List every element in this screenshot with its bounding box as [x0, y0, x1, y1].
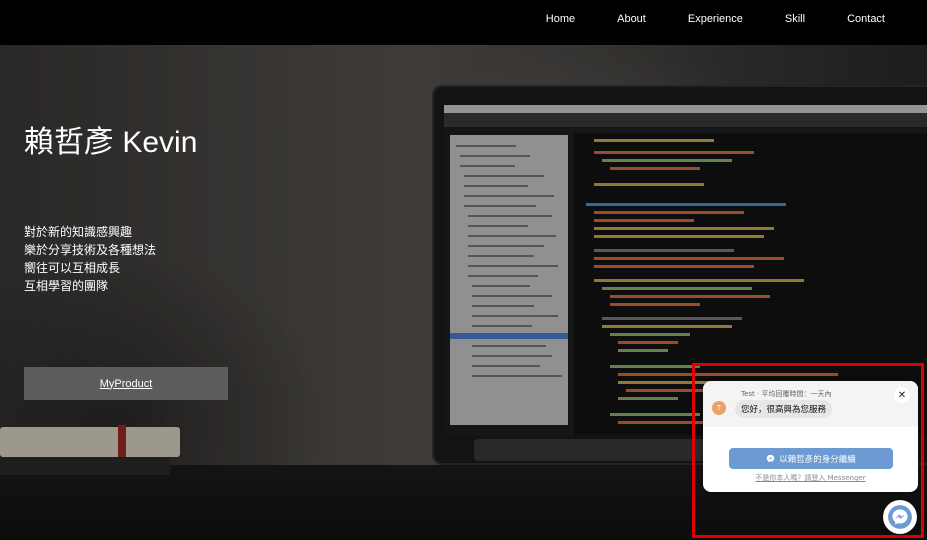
myproduct-button[interactable]: MyProduct	[24, 367, 228, 400]
greeting-message: 您好，很高興為您服務	[735, 400, 833, 418]
messenger-icon	[888, 505, 912, 529]
messenger-launcher-button[interactable]	[883, 500, 917, 534]
hero-tagline-4: 互相學習的團隊	[24, 279, 109, 293]
hero-title: 賴哲彥 Kevin	[24, 126, 198, 159]
continue-as-button[interactable]: 以賴哲彥的身分繼續	[729, 448, 893, 469]
not-you-login-link[interactable]: 不是你本人嗎？請登入 Messenger	[703, 473, 918, 483]
messenger-chat-popup: Test · 平均回覆時間：一天內 T 您好，很高興為您服務 ✕ 以賴哲彥的身分…	[703, 381, 918, 492]
close-icon[interactable]: ✕	[894, 387, 910, 403]
nav-home-link[interactable]: Home	[546, 13, 575, 25]
nav-about-link[interactable]: About	[617, 13, 646, 25]
nav-menu: Home About Experience Skill Contact	[546, 0, 927, 37]
nav-contact-link[interactable]: Contact	[847, 13, 885, 25]
hero-tagline-3: 嚮往可以互相成長	[24, 261, 121, 275]
nav-experience-link[interactable]: Experience	[688, 13, 743, 25]
chat-response-time: Test · 平均回覆時間：一天內	[741, 390, 832, 398]
nav-skill-link[interactable]: Skill	[785, 13, 805, 25]
navbar: Home About Experience Skill Contact	[0, 0, 927, 45]
continue-as-label: 以賴哲彥的身分繼續	[779, 454, 856, 465]
hero-tagline-2: 樂於分享技術及各種想法	[24, 243, 157, 257]
messenger-icon	[766, 454, 775, 463]
hero-tagline-1: 對於新的知識感興趣	[24, 225, 133, 239]
page-avatar: T	[712, 401, 726, 415]
